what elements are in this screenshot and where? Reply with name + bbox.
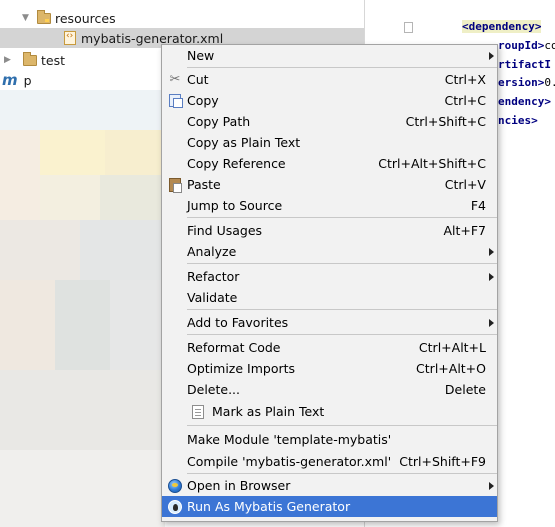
menu-item-shortcut: Ctrl+V: [444, 177, 486, 192]
code-line: ncies>: [498, 114, 538, 127]
menu-item-label: Copy Reference: [187, 156, 286, 171]
menu-item-label: Reformat Code: [187, 340, 281, 355]
resources-folder-icon: [37, 9, 51, 24]
menu-item-optimize-imports[interactable]: Optimize Imports Ctrl+Alt+O: [162, 358, 497, 379]
menu-item-label: Mark as Plain Text: [212, 404, 325, 419]
menu-item-reformat-code[interactable]: Reformat Code Ctrl+Alt+L: [162, 337, 497, 358]
menu-item-label: Compile 'mybatis-generator.xml': [187, 454, 392, 469]
menu-item-label: Delete...: [187, 382, 240, 397]
xml-file-icon: [64, 31, 76, 45]
menu-item-delete[interactable]: Delete... Delete: [162, 379, 497, 400]
paste-icon: [169, 177, 182, 193]
menu-item-label: Copy: [187, 93, 219, 108]
fold-marker-icon[interactable]: [404, 22, 413, 33]
menu-item-make-module[interactable]: Make Module 'template-mybatis': [162, 429, 497, 450]
menu-item-label: Analyze: [187, 244, 237, 259]
menu-item-copy[interactable]: Copy Ctrl+C: [162, 90, 497, 111]
menu-item-refactor[interactable]: Refactor: [162, 266, 497, 287]
submenu-arrow-icon: [489, 318, 494, 327]
expand-arrow-icon[interactable]: ▼: [22, 13, 31, 23]
code-line: ersion>0.: [498, 76, 555, 89]
collapse-arrow-icon[interactable]: ▶: [4, 55, 13, 65]
context-menu[interactable]: New ✂ Cut Ctrl+X Copy Ctrl+C Copy Path C…: [161, 44, 498, 522]
menu-item-label: Cut: [187, 72, 209, 87]
menu-item-copy-path[interactable]: Copy Path Ctrl+Shift+C: [162, 111, 497, 132]
menu-item-label: Refactor: [187, 269, 240, 284]
menu-item-shortcut: Ctrl+X: [444, 72, 486, 87]
menu-item-shortcut: Ctrl+Shift+C: [405, 114, 486, 129]
test-label: test: [41, 52, 66, 68]
menu-item-label: Copy as Plain Text: [187, 135, 301, 150]
menu-item-label: Make Module 'template-mybatis': [187, 432, 392, 447]
menu-item-validate[interactable]: Validate: [162, 287, 497, 308]
menu-item-new[interactable]: New: [162, 45, 497, 66]
test-folder-icon: [23, 51, 37, 66]
tree-row-resources[interactable]: ▼ resources: [22, 8, 116, 28]
copy-icon: [169, 94, 183, 108]
mark-text-icon: [192, 404, 204, 419]
menu-item-shortcut: Ctrl+Shift+F9: [399, 454, 486, 469]
menu-item-copy-as-plain-text[interactable]: Copy as Plain Text: [162, 132, 497, 153]
submenu-arrow-icon: [489, 247, 494, 256]
menu-item-shortcut: F4: [470, 198, 486, 213]
submenu-arrow-icon: [489, 481, 494, 490]
menu-item-cut[interactable]: ✂ Cut Ctrl+X: [162, 69, 497, 90]
code-line: rtifactI: [498, 58, 551, 71]
menu-item-jump-to-source[interactable]: Jump to Source F4: [162, 195, 497, 216]
menu-item-shortcut: Ctrl+C: [444, 93, 486, 108]
globe-icon: [168, 478, 182, 493]
menu-item-analyze[interactable]: Analyze: [162, 241, 497, 262]
menu-item-add-to-favorites[interactable]: Add to Favorites: [162, 312, 497, 333]
mybatis-icon: [168, 499, 182, 514]
menu-item-compile[interactable]: Compile 'mybatis-generator.xml' Ctrl+Shi…: [162, 451, 497, 472]
menu-item-label: Jump to Source: [187, 198, 283, 213]
menu-item-label: Optimize Imports: [187, 361, 296, 376]
menu-separator: [187, 67, 497, 68]
menu-item-find-usages[interactable]: Find Usages Alt+F7: [162, 220, 497, 241]
menu-separator: [187, 309, 497, 310]
code-line: roupId>co: [498, 39, 555, 52]
menu-item-shortcut: Delete: [444, 382, 486, 397]
menu-item-label: New: [187, 48, 215, 63]
code-line: endency>: [498, 95, 551, 108]
scissors-icon: ✂: [169, 71, 181, 87]
menu-separator: [187, 473, 497, 474]
menu-item-label: Copy Path: [187, 114, 251, 129]
menu-item-label: Add to Favorites: [187, 315, 289, 330]
menu-item-run-as-mybatis-generator[interactable]: Run As Mybatis Generator: [162, 496, 497, 517]
menu-separator: [187, 263, 497, 264]
menu-item-open-in-browser[interactable]: Open in Browser: [162, 475, 497, 496]
menu-item-label: Run As Mybatis Generator: [187, 499, 351, 514]
menu-item-copy-reference[interactable]: Copy Reference Ctrl+Alt+Shift+C: [162, 153, 497, 174]
code-line: <dependency>: [462, 20, 542, 33]
menu-item-label: Find Usages: [187, 223, 263, 238]
menu-separator: [187, 425, 497, 426]
blurred-region: [0, 76, 165, 527]
menu-item-shortcut: Ctrl+Alt+Shift+C: [378, 156, 486, 171]
menu-item-shortcut: Alt+F7: [443, 223, 486, 238]
menu-separator: [187, 334, 497, 335]
menu-item-paste[interactable]: Paste Ctrl+V: [162, 174, 497, 195]
menu-item-label: Open in Browser: [187, 478, 291, 493]
menu-item-label: Paste: [187, 177, 221, 192]
menu-item-label: Validate: [187, 290, 238, 305]
menu-item-shortcut: Ctrl+Alt+O: [416, 361, 486, 376]
resources-label: resources: [55, 10, 116, 26]
submenu-arrow-icon: [489, 272, 494, 281]
tree-row-test[interactable]: ▶ test: [4, 50, 65, 70]
submenu-arrow-icon: [489, 51, 494, 60]
menu-separator: [187, 217, 497, 218]
menu-item-shortcut: Ctrl+Alt+L: [418, 340, 486, 355]
menu-item-mark-as-plain-text[interactable]: Mark as Plain Text: [162, 401, 497, 422]
